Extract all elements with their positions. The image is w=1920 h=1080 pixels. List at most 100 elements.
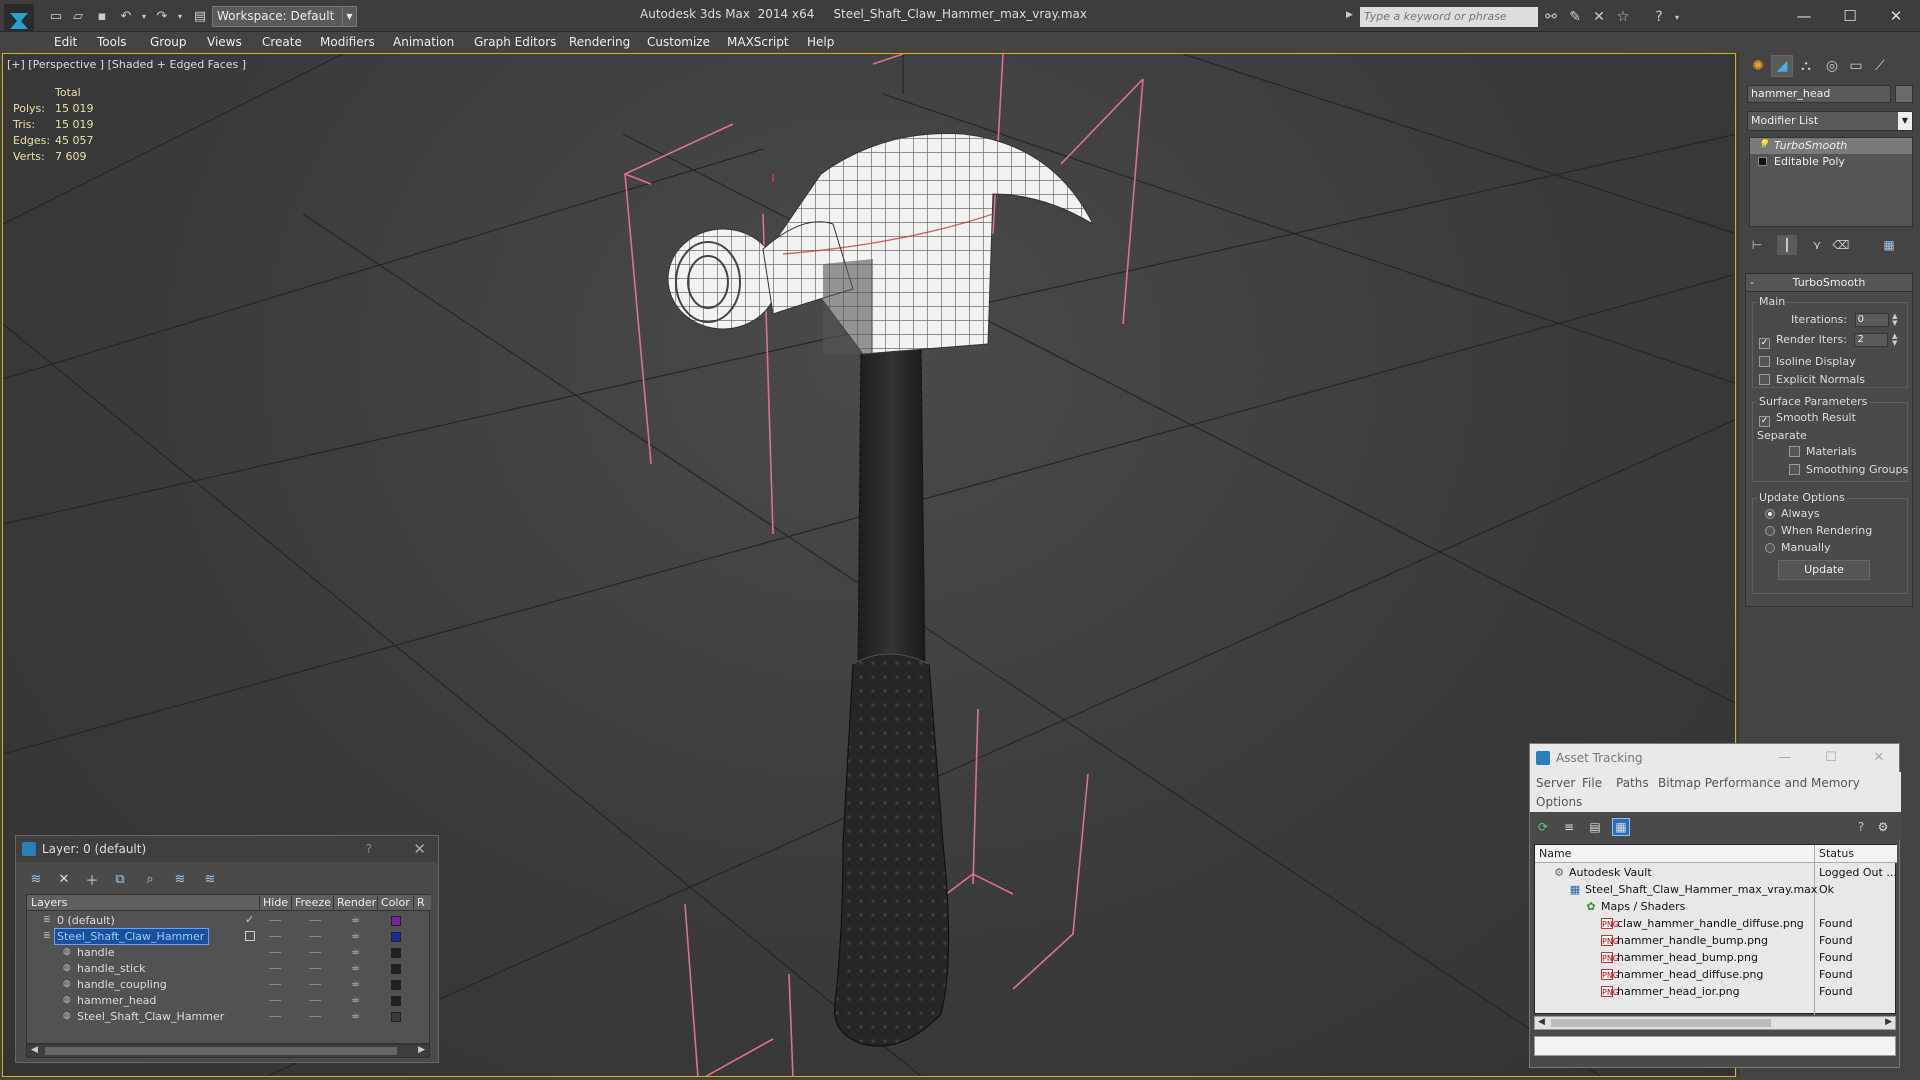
communication-center-icon[interactable]: ✎ xyxy=(1566,8,1584,26)
save-file-icon[interactable]: ▪ xyxy=(94,8,110,24)
create-tab-icon[interactable]: ✺ xyxy=(1747,55,1769,77)
menu-views[interactable]: Views xyxy=(207,33,242,51)
render-teapot-icon[interactable]: ☕ xyxy=(351,1011,363,1022)
object-color-swatch[interactable] xyxy=(1895,85,1913,103)
freeze-all-layers-icon[interactable]: ≋ xyxy=(200,870,220,888)
menu-customize[interactable]: Customize xyxy=(647,33,710,51)
freeze-toggle[interactable] xyxy=(309,968,321,969)
close-button[interactable]: ✕ xyxy=(1864,747,1894,769)
render-teapot-icon[interactable]: ☕ xyxy=(351,947,363,958)
refresh-icon[interactable]: ⟳ xyxy=(1534,818,1552,836)
menu-options[interactable]: Options xyxy=(1536,795,1582,809)
scroll-thumb[interactable] xyxy=(45,1047,397,1055)
hide-toggle[interactable] xyxy=(269,936,281,937)
layer-row[interactable]: ◍ handle ☕ xyxy=(27,945,431,961)
add-to-layer-icon[interactable]: ＋ xyxy=(82,870,102,889)
menu-animation[interactable]: Animation xyxy=(393,33,454,51)
search-collapse-icon[interactable]: ▶ xyxy=(1346,10,1358,24)
maximize-button[interactable]: ☐ xyxy=(1832,4,1868,28)
col-freeze[interactable]: Freeze xyxy=(291,896,331,909)
list-view-icon[interactable]: ≡ xyxy=(1560,818,1578,836)
layer-name[interactable]: Steel_Shaft_Claw_Hammer xyxy=(75,1009,228,1024)
layer-color-swatch[interactable] xyxy=(391,964,401,974)
asset-row[interactable]: PNG claw_hammer_handle_diffuse.png Found xyxy=(1535,915,1897,932)
menu-graph-editors[interactable]: Graph Editors xyxy=(474,33,556,51)
exchange-icon[interactable]: ✕ xyxy=(1590,8,1608,26)
always-radio[interactable] xyxy=(1765,509,1775,519)
hide-toggle[interactable] xyxy=(269,1000,281,1001)
utilities-tab-icon[interactable]: ⟋ xyxy=(1869,55,1891,77)
layer-name[interactable]: handle xyxy=(75,945,119,960)
active-layer-check-icon[interactable]: ✓ xyxy=(245,913,254,926)
close-button[interactable]: ✕ xyxy=(1878,4,1914,28)
search-input[interactable]: Type a keyword or phrase xyxy=(1360,7,1538,27)
layer-name[interactable]: 0 (default) xyxy=(55,913,119,928)
menu-group[interactable]: Group xyxy=(150,33,187,51)
set-active-layer-icon[interactable] xyxy=(245,931,255,941)
scroll-right-icon[interactable]: ▶ xyxy=(1885,1017,1892,1027)
materials-checkbox[interactable] xyxy=(1789,446,1800,457)
detail-view-icon[interactable]: ▤ xyxy=(1586,818,1604,836)
rollout-header[interactable]: - TurboSmooth xyxy=(1746,274,1912,292)
layer-row[interactable]: ◍ handle_stick ☕ xyxy=(27,961,431,977)
new-file-icon[interactable]: ▭ xyxy=(48,8,64,24)
new-layer-icon[interactable]: ≋ xyxy=(26,870,46,888)
perspective-viewport[interactable]: [+] [Perspective ] [Shaded + Edged Faces… xyxy=(2,53,1736,1077)
render-teapot-icon[interactable]: ☕ xyxy=(351,963,363,974)
asset-horizontal-scrollbar[interactable]: ◀ ▶ xyxy=(1534,1016,1896,1030)
highlight-selected-icon[interactable]: ⌕ xyxy=(140,870,160,888)
update-button[interactable]: Update xyxy=(1778,560,1870,580)
maximize-button[interactable]: ☐ xyxy=(1816,747,1846,769)
help-icon[interactable]: ? xyxy=(1650,8,1668,26)
asset-row[interactable]: ⚙ Autodesk Vault Logged Out ... xyxy=(1535,864,1897,881)
menu-paths[interactable]: Paths xyxy=(1616,776,1649,790)
table-view-icon[interactable]: ▦ xyxy=(1612,818,1630,836)
hide-toggle[interactable] xyxy=(269,920,281,921)
render-teapot-icon[interactable]: ☕ xyxy=(351,915,363,926)
hide-toggle[interactable] xyxy=(269,984,281,985)
layer-color-swatch[interactable] xyxy=(391,932,401,942)
stack-item-turbosmooth[interactable]: 💡 TurboSmooth xyxy=(1750,138,1912,154)
layer-color-swatch[interactable] xyxy=(391,1012,401,1022)
close-icon[interactable]: ✕ xyxy=(413,840,426,858)
layer-name[interactable]: hammer_head xyxy=(75,993,160,1008)
hide-all-layers-icon[interactable]: ≋ xyxy=(170,870,190,888)
menu-edit[interactable]: Edit xyxy=(54,33,77,51)
motion-tab-icon[interactable]: ◎ xyxy=(1821,55,1843,77)
viewport-label[interactable]: [+] [Perspective ] [Shaded + Edged Faces… xyxy=(7,58,246,71)
layer-name[interactable]: handle_coupling xyxy=(75,977,171,992)
layer-row[interactable]: ≣ Steel_Shaft_Claw_Hammer ☕ xyxy=(27,928,431,945)
menu-bitmap-performance[interactable]: Bitmap Performance and Memory xyxy=(1658,776,1860,790)
lightbulb-icon[interactable]: 💡 xyxy=(1758,141,1769,150)
layer-name[interactable]: Steel_Shaft_Claw_Hammer xyxy=(53,928,210,945)
show-end-result-icon[interactable]: ┃ xyxy=(1777,235,1797,255)
delete-layer-icon[interactable]: ✕ xyxy=(54,870,74,888)
freeze-toggle[interactable] xyxy=(309,1000,321,1001)
stack-item-editable-poly[interactable]: Editable Poly xyxy=(1750,154,1912,170)
layer-row[interactable]: ◍ hammer_head ☕ xyxy=(27,993,431,1009)
layer-color-swatch[interactable] xyxy=(391,980,401,990)
menu-modifiers[interactable]: Modifiers xyxy=(320,33,375,51)
layer-horizontal-scrollbar[interactable]: ◀ ▶ xyxy=(26,1044,430,1058)
make-unique-icon[interactable]: ⋎ xyxy=(1807,235,1827,255)
col-name[interactable]: Name xyxy=(1539,847,1571,860)
col-render[interactable]: Render xyxy=(333,896,376,909)
binoculars-icon[interactable]: ⚯ xyxy=(1542,8,1560,26)
minimize-button[interactable]: — xyxy=(1770,747,1800,769)
asset-row[interactable]: PNG hammer_handle_bump.png Found xyxy=(1535,932,1897,949)
layer-color-swatch[interactable] xyxy=(391,996,401,1006)
undo-icon[interactable]: ↶ xyxy=(118,8,134,24)
minimize-button[interactable]: — xyxy=(1786,4,1822,28)
modifier-list-dropdown[interactable]: Modifier List ▼ xyxy=(1747,111,1913,131)
display-tab-icon[interactable]: ▭ xyxy=(1845,55,1867,77)
menu-maxscript[interactable]: MAXScript xyxy=(727,33,789,51)
freeze-toggle[interactable] xyxy=(309,920,321,921)
freeze-toggle[interactable] xyxy=(309,1016,321,1017)
select-objects-icon[interactable]: ⧉ xyxy=(110,870,130,888)
settings-icon[interactable]: ⚙ xyxy=(1874,818,1892,836)
spinner-arrows-icon[interactable]: ▲ ▼ xyxy=(1892,313,1897,327)
asset-row[interactable]: PNG hammer_head_diffuse.png Found xyxy=(1535,966,1897,983)
render-teapot-icon[interactable]: ☕ xyxy=(351,979,363,990)
asset-row[interactable]: PNG hammer_head_bump.png Found xyxy=(1535,949,1897,966)
menu-server[interactable]: Server xyxy=(1536,776,1575,790)
